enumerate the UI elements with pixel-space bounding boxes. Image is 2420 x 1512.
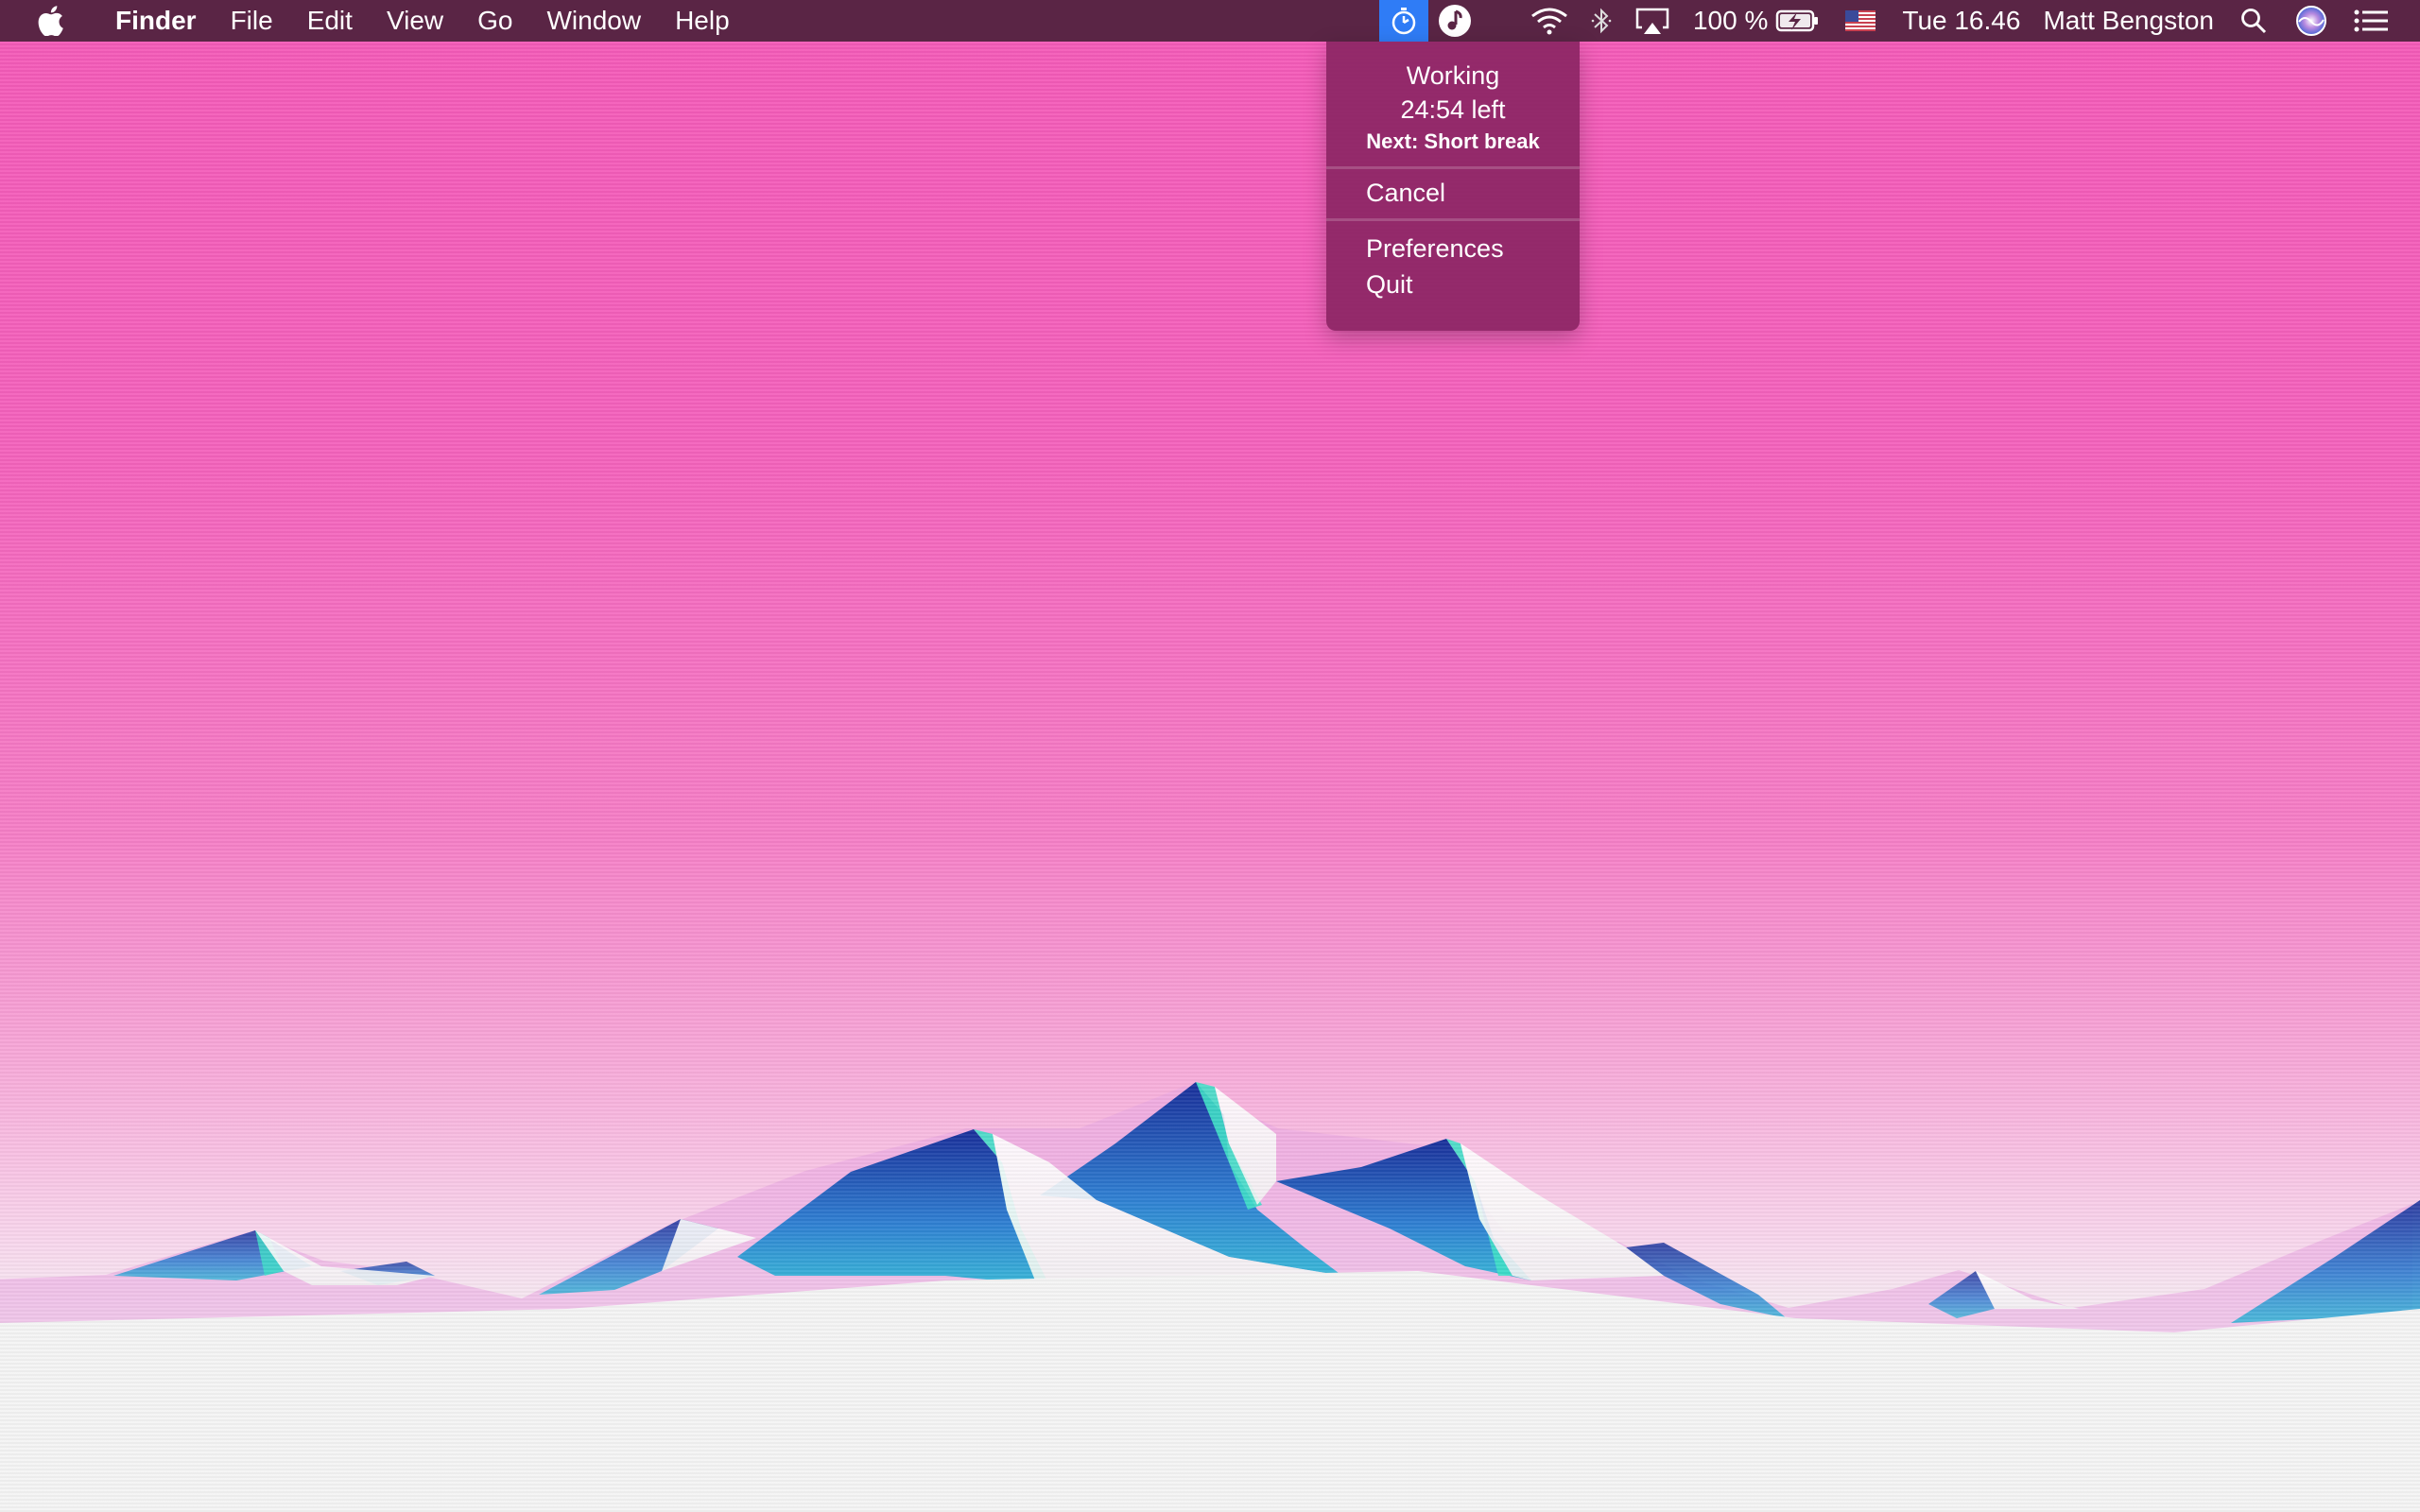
airplay-glyph-icon	[1635, 8, 1669, 34]
apple-logo-icon	[38, 6, 63, 36]
menu-file[interactable]: File	[214, 0, 290, 42]
bluetooth-glyph-icon	[1591, 8, 1612, 34]
menu-help[interactable]: Help	[658, 0, 747, 42]
menu-window[interactable]: Window	[529, 0, 658, 42]
menu-edit[interactable]: Edit	[290, 0, 370, 42]
timer-time-left: 24:54 left	[1400, 95, 1506, 124]
menu-bar: Finder File Edit View Go Window Help 100…	[0, 0, 2420, 42]
music-note-icon[interactable]	[1428, 0, 1481, 42]
bluetooth-icon[interactable]	[1580, 0, 1623, 42]
preferences-menu-item[interactable]: Preferences	[1326, 231, 1580, 266]
desktop-wallpaper	[0, 0, 2420, 1512]
timer-status-block: Working 24:54 left Next: Short break	[1326, 42, 1580, 157]
menu-separator	[1326, 166, 1580, 169]
siri-icon[interactable]	[2282, 0, 2341, 42]
battery-charging-icon[interactable]	[1772, 0, 1830, 42]
wifi-icon[interactable]	[1519, 0, 1580, 42]
menu-clock[interactable]: Tue 16.46	[1891, 0, 2031, 42]
siri-glyph-icon	[2296, 6, 2326, 36]
menu-separator	[1326, 218, 1580, 221]
stopwatch-icon[interactable]	[1378, 0, 1428, 42]
stopwatch-glyph-icon	[1392, 8, 1416, 35]
spotlight-glyph-icon	[2241, 9, 2267, 34]
menu-go[interactable]: Go	[460, 0, 529, 42]
battery-glyph-icon	[1776, 9, 1819, 32]
list-glyph-icon	[2354, 9, 2388, 32]
search-icon[interactable]	[2225, 0, 2282, 42]
menu-bar-left: Finder File Edit View Go Window Help	[0, 0, 747, 42]
quit-menu-item[interactable]: Quit	[1326, 266, 1580, 302]
notification-center-icon[interactable]	[2341, 0, 2420, 42]
timer-dropdown-menu: Working 24:54 left Next: Short break Can…	[1326, 42, 1580, 331]
airplay-icon[interactable]	[1623, 0, 1682, 42]
menu-user-name[interactable]: Matt Bengston	[2031, 0, 2225, 42]
battery-percent[interactable]: 100 %	[1682, 0, 1772, 42]
us-flag-icon[interactable]	[1830, 0, 1891, 42]
menu-app-name[interactable]: Finder	[98, 0, 214, 42]
menu-bar-status-area: 100 % Tue 16.46 Matt Bengston	[1378, 0, 2420, 42]
menu-view[interactable]: View	[370, 0, 460, 42]
timer-next-label: Next: Short break	[1366, 129, 1540, 153]
timer-state-label: Working	[1406, 61, 1500, 90]
mountain-wallpaper-art	[0, 1082, 2420, 1512]
wifi-glyph-icon	[1531, 8, 1567, 35]
flag-glyph-icon	[1845, 10, 1876, 31]
cancel-menu-item[interactable]: Cancel	[1326, 175, 1580, 211]
apple-menu-icon[interactable]	[32, 0, 70, 42]
music-glyph-icon	[1438, 5, 1471, 37]
